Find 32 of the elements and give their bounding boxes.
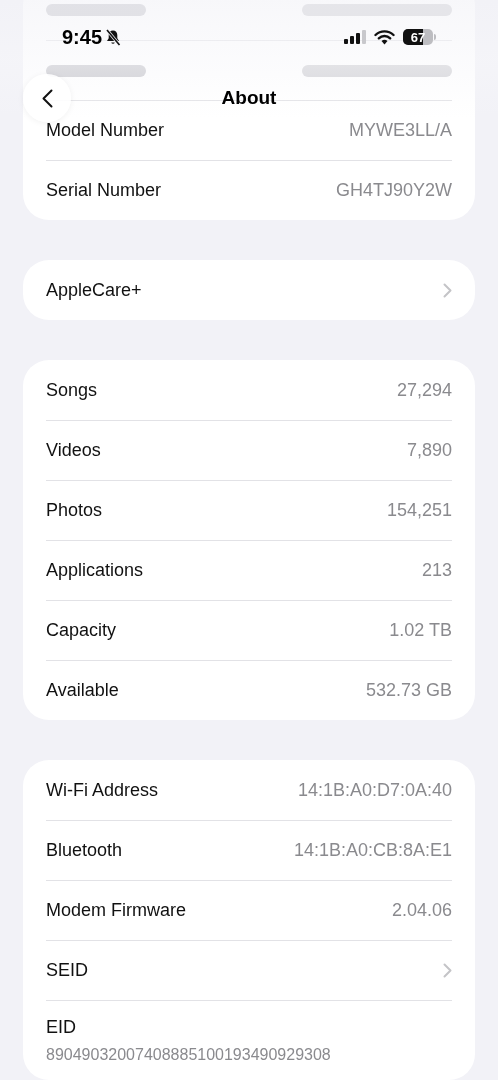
- row-label: Wi-Fi Address: [46, 778, 160, 802]
- row-value: MYWE3LL/A: [348, 119, 452, 142]
- row-value: 14:1B:A0:CB:8A:E1: [293, 839, 452, 862]
- row-label: EID: [46, 1016, 77, 1039]
- wifi-icon: [374, 29, 395, 45]
- back-icon: [41, 88, 53, 108]
- row-label: Model Number: [46, 119, 166, 142]
- row-label: Videos: [46, 439, 102, 462]
- row-label: Songs: [46, 378, 99, 402]
- status-time: 9:45: [62, 25, 103, 50]
- signal-icon: [344, 30, 366, 44]
- row-label[interactable]: AppleCare+: [46, 276, 431, 304]
- row-label: Available: [46, 679, 120, 702]
- row-label: Capacity: [46, 619, 118, 642]
- row-label: Photos: [46, 499, 104, 522]
- row-value: GH4TJ90Y2W: [335, 179, 452, 202]
- row-value: 89049032007408885100193490929308: [46, 1045, 332, 1065]
- row-label: Bluetooth: [46, 839, 124, 862]
- row-value: 14:1B:A0:D7:0A:40: [297, 778, 452, 802]
- row-value: 532.73 GB: [365, 679, 452, 702]
- row-value: 1.02 TB: [389, 619, 452, 642]
- row-value: 2.04.06: [391, 899, 452, 922]
- row-value: 213: [421, 559, 452, 582]
- bell-slash-icon: [105, 28, 122, 46]
- row-value: 154,251: [386, 499, 452, 522]
- row-label: Applications: [46, 559, 145, 582]
- page-title: About: [221, 85, 277, 110]
- row-value: 7,890: [406, 439, 452, 462]
- row-label[interactable]: SEID: [46, 957, 431, 984]
- row-label: Serial Number: [46, 179, 163, 202]
- row-value: 27,294: [396, 378, 452, 402]
- row-label: Modem Firmware: [46, 899, 188, 922]
